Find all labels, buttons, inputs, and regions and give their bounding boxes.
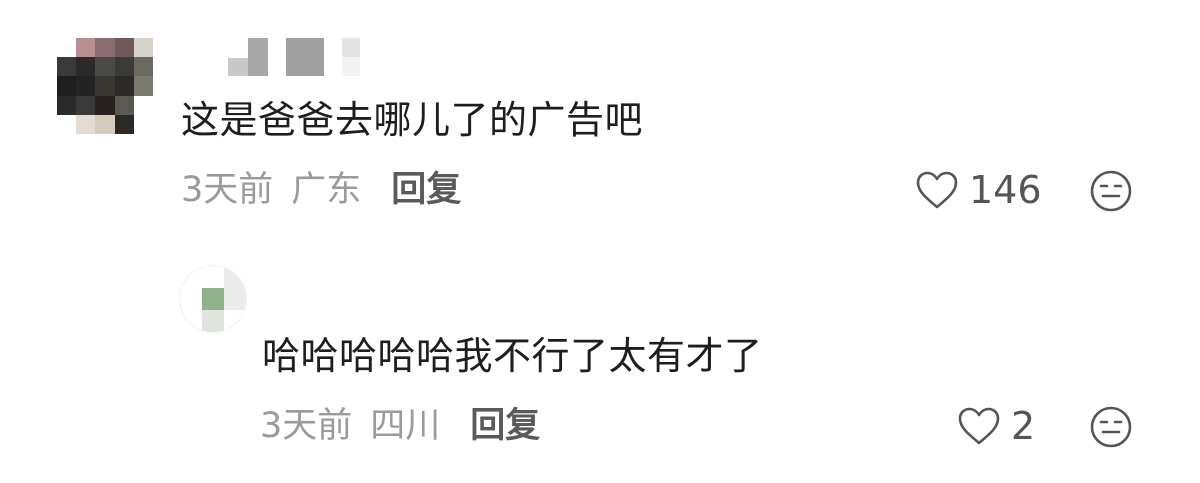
comment-location: 四川 [370,406,441,446]
comment-time: 3天前 [260,406,353,446]
heart-icon [915,170,959,210]
reply-button[interactable]: 回复 [391,168,461,212]
like-button[interactable]: 146 [915,168,1042,212]
comment-meta: 3天前 广东 回复 [181,168,461,212]
comment-text: 哈哈哈哈哈我不行了太有才了 [262,334,763,378]
avatar-outline [179,265,247,333]
like-count: 146 [969,168,1042,212]
comment-text: 这是爸爸去哪儿了的广告吧 [181,98,644,142]
comment-time: 3天前 [181,170,274,210]
avatar[interactable] [57,38,153,134]
comment-item: 这是爸爸去哪儿了的广告吧 3天前 广东 回复 146 [0,0,1200,240]
comment-meta: 3天前 四川 回复 [260,404,540,448]
reply-button[interactable]: 回复 [470,404,540,448]
comment-location: 广东 [291,170,362,210]
heart-icon [957,406,1001,446]
dislike-button[interactable] [1089,169,1133,213]
like-button[interactable]: 2 [957,404,1035,448]
username[interactable] [228,38,360,76]
dislike-button[interactable] [1089,405,1133,449]
reply-item: 哈哈哈哈哈我不行了太有才了 3天前 四川 回复 2 [0,240,1200,483]
neutral-face-icon [1089,405,1133,449]
like-count: 2 [1011,404,1036,448]
neutral-face-icon [1089,169,1133,213]
